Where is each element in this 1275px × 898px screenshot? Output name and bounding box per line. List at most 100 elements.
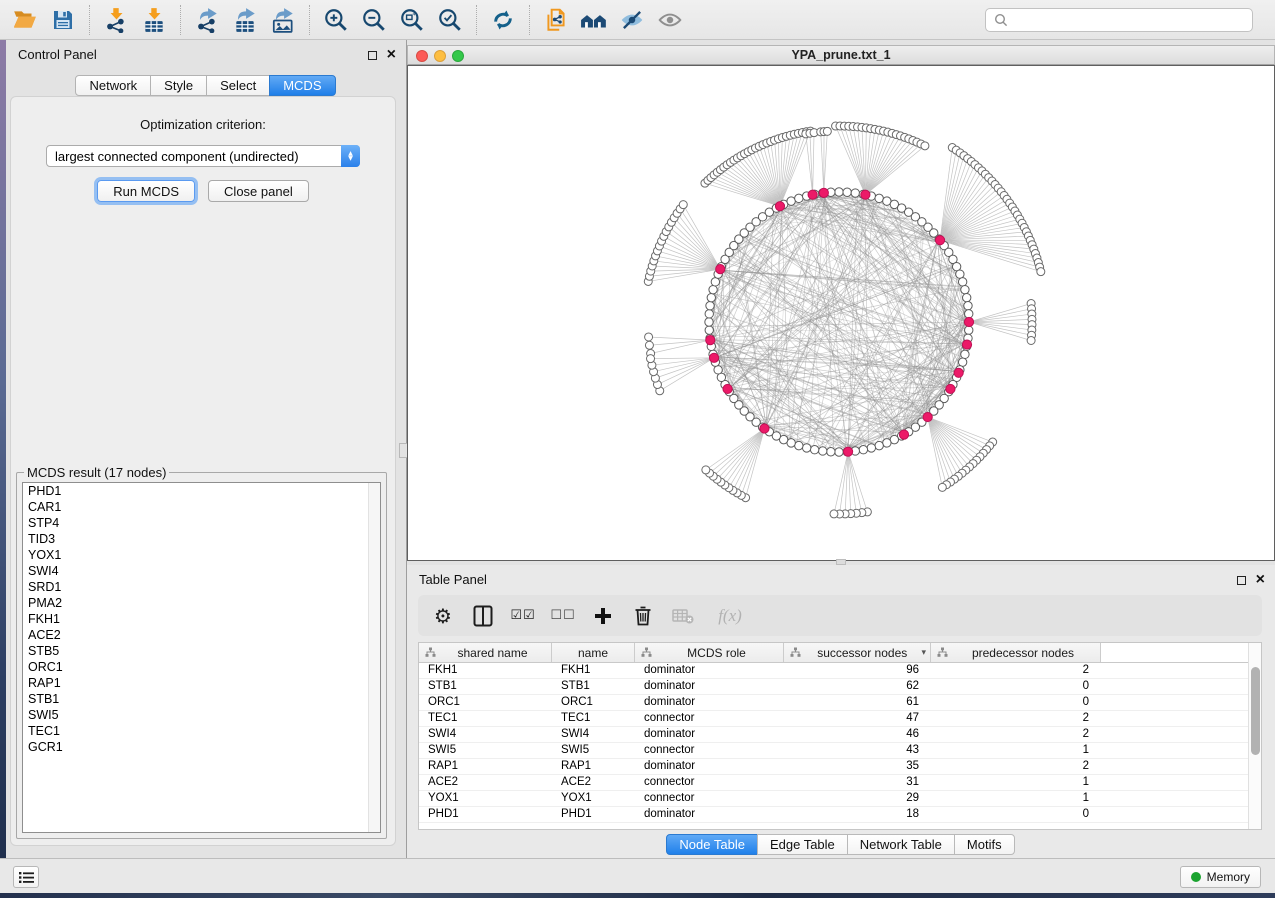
table-cell[interactable]: 2 <box>931 711 1101 726</box>
table-cell[interactable]: 1 <box>931 743 1101 758</box>
table-cell[interactable]: TEC1 <box>552 711 635 726</box>
table-cell[interactable]: 0 <box>931 807 1101 822</box>
column-header-name[interactable]: name <box>552 643 635 662</box>
import-table-button[interactable] <box>138 4 170 36</box>
mcds-result-item[interactable]: TEC1 <box>23 723 380 739</box>
table-row[interactable]: SWI5SWI5connector431 <box>419 743 1261 759</box>
save-session-button[interactable] <box>47 4 79 36</box>
show-columns-button[interactable] <box>470 601 496 631</box>
table-cell[interactable]: YOX1 <box>419 791 552 806</box>
close-panel-icon[interactable]: × <box>387 47 396 63</box>
table-cell[interactable]: 2 <box>931 759 1101 774</box>
table-cell[interactable]: 2 <box>931 663 1101 678</box>
table-cell[interactable]: connector <box>635 791 784 806</box>
table-cell[interactable]: 31 <box>784 775 931 790</box>
table-cell[interactable]: connector <box>635 775 784 790</box>
run-mcds-button[interactable]: Run MCDS <box>97 180 195 202</box>
memory-button[interactable]: Memory <box>1180 866 1261 888</box>
table-cell[interactable]: STB1 <box>552 679 635 694</box>
mcds-result-item[interactable]: GCR1 <box>23 739 380 755</box>
table-cell[interactable]: 35 <box>784 759 931 774</box>
table-cell[interactable]: SWI5 <box>419 743 552 758</box>
table-cell[interactable]: 43 <box>784 743 931 758</box>
table-cell[interactable]: ORC1 <box>552 695 635 710</box>
mcds-result-item[interactable]: RAP1 <box>23 675 380 691</box>
table-cell[interactable]: ACE2 <box>552 775 635 790</box>
table-row[interactable]: RAP1RAP1dominator352 <box>419 759 1261 775</box>
import-network-button[interactable] <box>100 4 132 36</box>
table-cell[interactable]: 46 <box>784 727 931 742</box>
mcds-result-item[interactable]: PHD1 <box>23 483 380 499</box>
scrollbar-thumb[interactable] <box>1251 667 1260 755</box>
refresh-layout-button[interactable] <box>487 4 519 36</box>
hide-selected-button[interactable] <box>616 4 648 36</box>
export-network-button[interactable] <box>191 4 223 36</box>
table-row[interactable]: STB1STB1dominator620 <box>419 679 1261 695</box>
column-header-successor-nodes[interactable]: successor nodes▾ <box>784 643 931 662</box>
close-panel-button[interactable]: Close panel <box>208 180 309 202</box>
table-cell[interactable]: 96 <box>784 663 931 678</box>
function-builder-button[interactable]: f(x) <box>710 601 750 631</box>
open-file-button[interactable] <box>9 4 41 36</box>
float-table-panel-icon[interactable] <box>1237 576 1246 585</box>
mcds-result-item[interactable]: ORC1 <box>23 659 380 675</box>
table-cell[interactable]: STB1 <box>419 679 552 694</box>
mcds-result-item[interactable]: YOX1 <box>23 547 380 563</box>
column-settings-button[interactable]: ⚙ <box>430 601 456 631</box>
result-scrollbar[interactable] <box>368 483 380 832</box>
mcds-result-item[interactable]: TID3 <box>23 531 380 547</box>
tab-motifs[interactable]: Motifs <box>954 834 1015 855</box>
duplicate-network-button[interactable] <box>540 4 572 36</box>
mcds-result-item[interactable]: STB1 <box>23 691 380 707</box>
table-cell[interactable]: dominator <box>635 727 784 742</box>
table-cell[interactable]: 61 <box>784 695 931 710</box>
network-graph[interactable] <box>408 66 1274 560</box>
delete-table-button[interactable] <box>670 601 696 631</box>
mcds-result-item[interactable]: SWI4 <box>23 563 380 579</box>
tab-edge-table[interactable]: Edge Table <box>757 834 848 855</box>
table-row[interactable]: TEC1TEC1connector472 <box>419 711 1261 727</box>
table-cell[interactable]: connector <box>635 711 784 726</box>
table-cell[interactable]: YOX1 <box>552 791 635 806</box>
window-close-button[interactable] <box>416 50 428 62</box>
table-cell[interactable]: TEC1 <box>419 711 552 726</box>
column-header-MCDS-role[interactable]: MCDS role <box>635 643 784 662</box>
table-cell[interactable]: 2 <box>931 727 1101 742</box>
table-cell[interactable]: FKH1 <box>552 663 635 678</box>
zoom-fit-button[interactable] <box>396 4 428 36</box>
mcds-result-item[interactable]: STP4 <box>23 515 380 531</box>
mcds-result-item[interactable]: SWI5 <box>23 707 380 723</box>
table-cell[interactable]: SWI5 <box>552 743 635 758</box>
table-cell[interactable]: 1 <box>931 791 1101 806</box>
add-row-button[interactable] <box>590 601 616 631</box>
mcds-result-item[interactable]: STB5 <box>23 643 380 659</box>
table-cell[interactable]: RAP1 <box>419 759 552 774</box>
column-header-shared-name[interactable]: shared name <box>419 643 552 662</box>
first-neighbors-button[interactable] <box>578 4 610 36</box>
mcds-result-item[interactable]: PMA2 <box>23 595 380 611</box>
export-image-button[interactable] <box>267 4 299 36</box>
tab-select[interactable]: Select <box>206 75 270 96</box>
table-cell[interactable]: 62 <box>784 679 931 694</box>
mcds-result-item[interactable]: SRD1 <box>23 579 380 595</box>
search-input[interactable] <box>1014 13 1244 28</box>
table-cell[interactable]: dominator <box>635 807 784 822</box>
export-table-button[interactable] <box>229 4 261 36</box>
table-cell[interactable]: FKH1 <box>419 663 552 678</box>
table-cell[interactable]: 0 <box>931 695 1101 710</box>
zoom-in-button[interactable] <box>320 4 352 36</box>
table-cell[interactable]: dominator <box>635 695 784 710</box>
zoom-out-button[interactable] <box>358 4 390 36</box>
table-cell[interactable]: SWI4 <box>419 727 552 742</box>
deselect-all-button[interactable]: ☐☐ <box>550 601 576 631</box>
table-row[interactable]: YOX1YOX1connector291 <box>419 791 1261 807</box>
table-row[interactable]: SWI4SWI4dominator462 <box>419 727 1261 743</box>
table-cell[interactable]: dominator <box>635 679 784 694</box>
float-panel-icon[interactable] <box>368 51 377 60</box>
tab-network-table[interactable]: Network Table <box>847 834 955 855</box>
mcds-result-item[interactable]: CAR1 <box>23 499 380 515</box>
table-cell[interactable]: dominator <box>635 759 784 774</box>
table-cell[interactable]: 29 <box>784 791 931 806</box>
table-cell[interactable]: 18 <box>784 807 931 822</box>
table-cell[interactable]: RAP1 <box>552 759 635 774</box>
